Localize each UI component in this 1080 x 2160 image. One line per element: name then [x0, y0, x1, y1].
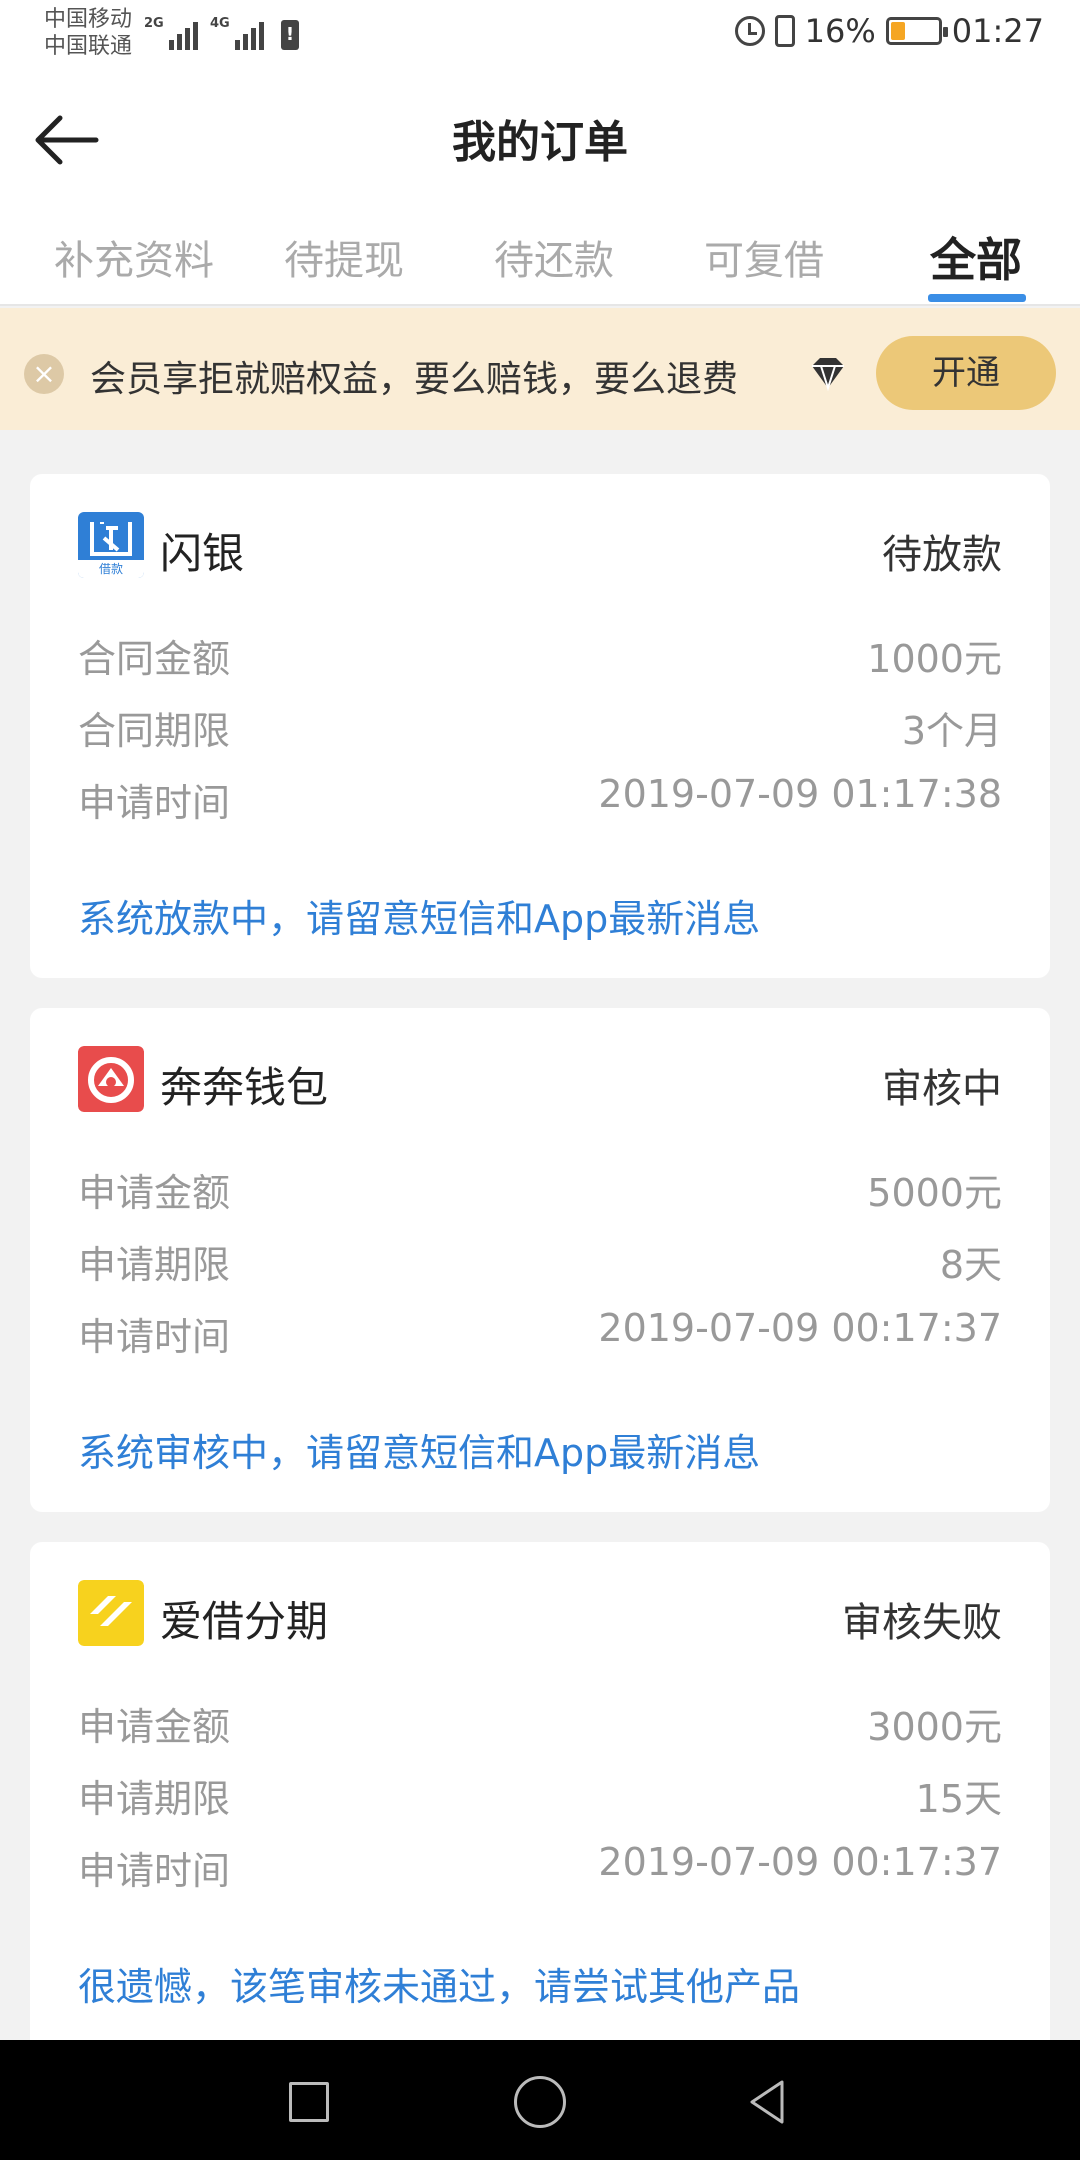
active-tab-indicator	[928, 294, 1026, 302]
product-name: 奔奔钱包	[160, 1063, 329, 1112]
battery-icon	[885, 17, 948, 45]
vibrate-icon	[774, 15, 795, 47]
signal-2-icon: 4G	[210, 16, 264, 50]
row-value: 8天	[939, 1243, 1002, 1287]
row-label: 申请期限	[78, 1243, 231, 1287]
open-membership-button[interactable]: 开通	[876, 336, 1056, 410]
row-label: 合同金额	[78, 637, 231, 681]
clock: 01:27	[951, 12, 1044, 50]
aijie-installment-logo-icon	[78, 1580, 144, 1646]
alarm-icon	[734, 16, 765, 46]
detail-row: 申请时间 2019-07-09 00:17:37	[78, 1306, 1002, 1366]
row-label: 申请时间	[78, 781, 231, 825]
shanyin-logo-icon: 借款	[78, 512, 144, 578]
battery-percent: 16%	[804, 12, 876, 50]
row-value: 2019-07-09 01:17:38	[598, 772, 1002, 816]
network-type-2: 4G	[210, 16, 230, 31]
tab-reborrow[interactable]: 可复借	[704, 228, 824, 286]
row-value: 5000元	[867, 1171, 1002, 1215]
detail-row: 申请时间 2019-07-09 00:17:37	[78, 1840, 1002, 1900]
order-card[interactable]: 爱借分期 审核失败 申请金额 3000元 申请期限 15天 申请时间 2019-…	[30, 1542, 1050, 2062]
tab-supplement-info[interactable]: 补充资料	[54, 228, 214, 286]
signal-1-icon: 2G	[144, 16, 198, 50]
carrier-names: 中国移动 中国联通	[44, 6, 132, 60]
benben-wallet-logo-icon	[78, 1046, 144, 1112]
close-icon[interactable]: ×	[24, 354, 64, 394]
order-card[interactable]: 奔奔钱包 审核中 申请金额 5000元 申请期限 8天 申请时间 2019-07…	[30, 1008, 1050, 1512]
membership-banner: × 会员享拒就赔权益，要么赔钱，要么退费 开通	[0, 308, 1080, 430]
row-value: 3000元	[867, 1705, 1002, 1749]
status-bar: 中国移动 中国联通 2G 4G ! 16% 01:27	[0, 0, 1080, 70]
logo-caption: 借款	[98, 562, 123, 576]
order-tabs: 补充资料 待提现 待还款 可复借 全部	[0, 210, 1080, 306]
product-name: 闪银	[160, 529, 245, 578]
row-value: 3个月	[901, 709, 1002, 753]
product-name: 爱借分期	[160, 1597, 329, 1646]
home-icon[interactable]	[514, 2076, 566, 2128]
detail-row: 申请金额 5000元	[78, 1162, 1002, 1222]
back-icon[interactable]	[742, 2076, 794, 2128]
detail-row: 申请期限 8天	[78, 1234, 1002, 1294]
tab-all[interactable]: 全部	[930, 224, 1022, 290]
detail-row: 合同金额 1000元	[78, 628, 1002, 688]
recent-apps-icon[interactable]	[289, 2082, 329, 2122]
row-value: 1000元	[867, 637, 1002, 681]
tab-pending-repay[interactable]: 待还款	[494, 228, 614, 286]
order-card[interactable]: 借款 闪银 待放款 合同金额 1000元 合同期限 3个月 申请时间 2019-…	[30, 474, 1050, 978]
page-title: 我的订单	[452, 117, 628, 168]
row-label: 申请时间	[78, 1849, 231, 1893]
row-label: 申请金额	[78, 1705, 231, 1749]
network-type-1: 2G	[144, 16, 164, 31]
order-status: 审核中	[882, 1066, 1002, 1112]
order-message[interactable]: 系统放款中，请留意短信和App最新消息	[78, 888, 760, 943]
detail-row: 申请金额 3000元	[78, 1696, 1002, 1756]
row-value: 2019-07-09 00:17:37	[598, 1840, 1002, 1884]
order-status: 待放款	[882, 532, 1002, 578]
detail-row: 合同期限 3个月	[78, 700, 1002, 760]
order-status: 审核失败	[842, 1600, 1002, 1646]
system-nav-bar	[0, 2040, 1080, 2160]
app-header: 我的订单	[0, 70, 1080, 210]
row-value: 2019-07-09 00:17:37	[598, 1306, 1002, 1350]
diamond-icon	[808, 354, 848, 394]
order-message[interactable]: 很遗憾，该笔审核未通过，请尝试其他产品	[78, 1956, 800, 2011]
carrier-2: 中国联通	[44, 34, 133, 59]
row-label: 申请时间	[78, 1315, 231, 1359]
alert-icon: !	[281, 20, 299, 50]
row-label: 合同期限	[78, 709, 231, 753]
row-value: 15天	[915, 1777, 1002, 1821]
order-message[interactable]: 系统审核中，请留意短信和App最新消息	[78, 1422, 760, 1477]
carrier-1: 中国移动	[44, 7, 133, 32]
tab-pending-withdraw[interactable]: 待提现	[284, 228, 404, 286]
detail-row: 申请时间 2019-07-09 01:17:38	[78, 772, 1002, 832]
banner-text: 会员享拒就赔权益，要么赔钱，要么退费	[90, 359, 739, 400]
row-label: 申请金额	[78, 1171, 231, 1215]
row-label: 申请期限	[78, 1777, 231, 1821]
detail-row: 申请期限 15天	[78, 1768, 1002, 1828]
